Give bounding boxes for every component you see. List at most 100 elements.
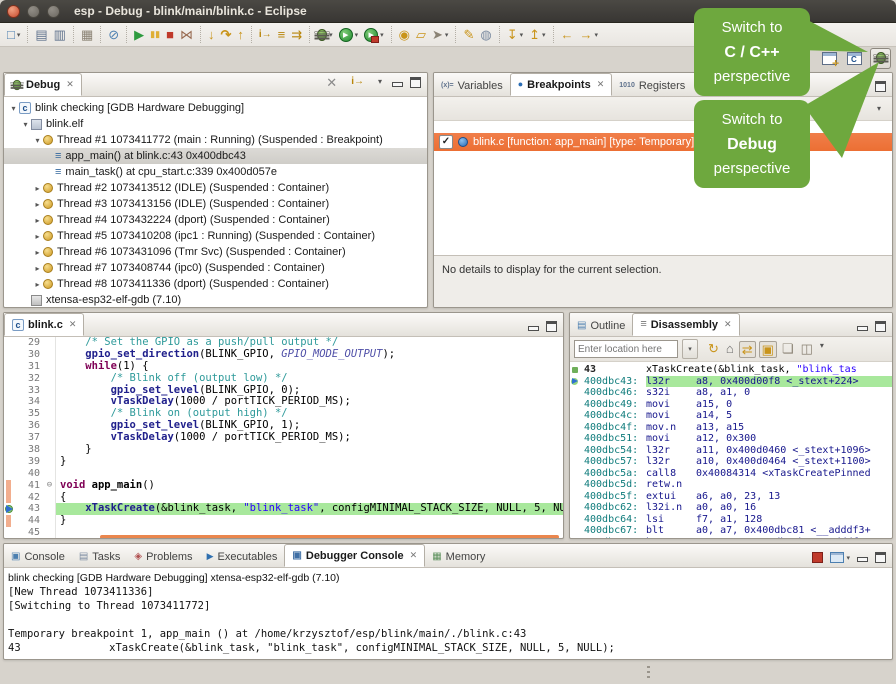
forward-button[interactable]: →▾ [577, 25, 602, 45]
disassembly-row[interactable]: 400dbc49:movia15, 0 [570, 399, 892, 411]
terminate-console-button[interactable] [812, 552, 823, 563]
use-step-filters-button[interactable]: ⇉ [288, 25, 305, 45]
disassembly-row[interactable]: 400dbc5f:extuia6, a0, 23, 13 [570, 491, 892, 503]
minimize-icon[interactable] [392, 82, 403, 87]
debug-tree-node[interactable]: ▸Thread #7 1073408744 (ipc0) (Suspended … [4, 260, 427, 276]
view-menu-button[interactable]: ▾ [818, 341, 826, 358]
disassembly-source-row[interactable]: 43xTaskCreate(&blink_task, "blink_tas [570, 364, 892, 376]
run-button[interactable]: ▶▾ [336, 25, 362, 45]
debug-perspective-button[interactable] [870, 48, 891, 69]
open-perspective-button[interactable] [820, 49, 839, 68]
tree-expander-icon[interactable]: ▾ [32, 136, 43, 145]
maximize-icon[interactable] [410, 77, 421, 88]
debug-tree-node[interactable]: ▾cblink checking [GDB Hardware Debugging… [4, 100, 427, 116]
tree-expander-icon[interactable]: ▸ [32, 184, 43, 193]
new-wizard-button[interactable]: □▾ [4, 25, 23, 45]
debug-button[interactable]: ▾ [314, 25, 336, 45]
maximize-icon[interactable] [546, 321, 557, 332]
save-button[interactable]: ▤ [32, 25, 50, 45]
new-cpp-button[interactable]: ◉ [396, 25, 413, 45]
tree-expander-icon[interactable]: ▸ [32, 248, 43, 257]
tab-executables[interactable]: ▶Executables [200, 546, 285, 567]
home-button[interactable]: ⌂ [724, 341, 736, 358]
tree-expander-icon[interactable]: ▾ [20, 120, 31, 129]
tree-expander-icon[interactable]: ▸ [32, 200, 43, 209]
tab-registers[interactable]: 1010Registers [612, 75, 692, 96]
show-debug-elements-button[interactable]: ≡ [275, 25, 289, 45]
disassembly-row[interactable]: 400dbc51:movia12, 0x300 [570, 433, 892, 445]
debug-tree-node[interactable]: ▾Thread #1 1073411772 (main : Running) (… [4, 132, 427, 148]
tab-debugger-console[interactable]: ▣Debugger Console✕ [284, 544, 425, 567]
editor-line[interactable]: 38 } [4, 444, 563, 456]
cpp-perspective-button[interactable] [845, 49, 864, 68]
disassembly-row[interactable]: 400dbc62:l32i.na0, a0, 16 [570, 502, 892, 514]
breakpoint-row[interactable]: ✓ blink.c [function: app_main] [type: Te… [434, 133, 892, 151]
debug-tree-node[interactable]: ▾blink.elf [4, 116, 427, 132]
minimize-icon[interactable] [857, 326, 868, 331]
disassembly-row[interactable]: 400dbc67:blta0, a7, 0x400dbc81 <__adddf3… [570, 525, 892, 537]
disassembly-row[interactable]: 400dbc4f:mov.na13, a15 [570, 422, 892, 434]
step-into-button[interactable]: ↓ [205, 25, 218, 45]
suspend-button[interactable]: ▮▮ [147, 25, 163, 45]
open-element-button[interactable]: ▱ [413, 25, 429, 45]
minimize-icon[interactable] [528, 326, 539, 331]
external-tools-button[interactable]: ▶▾ [361, 25, 387, 45]
go-to-line-button[interactable]: ↥▾ [526, 25, 548, 45]
maximize-icon[interactable] [875, 321, 886, 332]
location-dropdown-icon[interactable]: ▾ [682, 339, 698, 359]
disassembly-row[interactable]: 400dbc64:lsif7, a1, 128 [570, 514, 892, 526]
editor-line[interactable]: 43 xTaskCreate(&blink_task, "blink_task"… [4, 503, 563, 515]
tree-expander-icon[interactable]: ▸ [32, 232, 43, 241]
back-button[interactable]: ← [558, 25, 577, 45]
minimize-icon[interactable] [857, 557, 868, 562]
sync-selection-toggle[interactable]: ▣ [759, 341, 777, 358]
tree-expander-icon[interactable]: ▾ [8, 104, 19, 113]
window-close-button[interactable] [7, 5, 20, 18]
horizontal-scrollbar[interactable] [100, 535, 559, 539]
tab-close-icon[interactable]: ✕ [724, 319, 732, 330]
debug-tree-node[interactable]: xtensa-esp32-elf-gdb (7.10) [4, 292, 427, 308]
tab-blink-c[interactable]: c blink.c ✕ [4, 313, 84, 336]
link-with-debug-view-button[interactable]: ⇄ [847, 99, 864, 119]
step-return-button[interactable]: ↑ [234, 25, 247, 45]
debug-tree-node[interactable]: ≡app_main() at blink.c:43 0x400dbc43 [4, 148, 427, 164]
remove-all-terminated-button[interactable]: ✕ [323, 72, 340, 92]
build-button[interactable]: ▦ [78, 25, 96, 45]
new-view-button[interactable]: ❏ [780, 341, 796, 358]
sash-grip[interactable] [647, 666, 650, 680]
tab-close-icon[interactable]: ✕ [66, 79, 74, 90]
view-menu-button[interactable]: ▾ [874, 99, 884, 119]
tab-problems[interactable]: ◈Problems [127, 546, 199, 567]
tab-disassembly[interactable]: ≡Disassembly✕ [632, 313, 739, 336]
disconnect-button[interactable]: ⋈ [177, 25, 196, 45]
disassembly-row[interactable]: 400dbc57:l32ra10, 0x400d0464 <_stext+110… [570, 456, 892, 468]
disassembly-row[interactable]: 400dbc4c:movia14, 5 [570, 410, 892, 422]
view-menu-button[interactable]: ▾ [375, 72, 385, 92]
editor-body[interactable]: 29 /* Set the GPIO as a push/pull output… [4, 337, 563, 539]
tab-close-icon[interactable]: ✕ [597, 79, 605, 90]
format-button[interactable]: ✎ [460, 25, 477, 45]
debug-tree-node[interactable]: ▸Thread #6 1073431096 (Tmr Svc) (Suspend… [4, 244, 427, 260]
disassembly-row[interactable]: 400dbc46:s32ia8, a1, 0 [570, 387, 892, 399]
tree-expander-icon[interactable]: ▸ [32, 280, 43, 289]
tab-breakpoints[interactable]: ●Breakpoints✕ [510, 73, 613, 96]
tab-memory[interactable]: ▦Memory [425, 546, 492, 567]
breakpoint-checkbox[interactable]: ✓ [439, 135, 453, 149]
tab-close-icon[interactable]: ✕ [69, 319, 77, 330]
disassembly-row[interactable]: 400dbc54:l32ra11, 0x400d0460 <_stext+109… [570, 445, 892, 457]
show-source-toggle[interactable]: ⇄ [739, 341, 756, 358]
tab-console[interactable]: ▣Console [4, 546, 72, 567]
disassembly-row[interactable]: 400dbc6a:bnonea0, a1, 0x400dbc8b <__addd… [570, 537, 892, 540]
browse-button[interactable]: ◍ [477, 25, 494, 45]
tree-expander-icon[interactable]: ▸ [32, 216, 43, 225]
disassembly-row[interactable]: 400dbc5a:call80x40084314 <xTaskCreatePin… [570, 468, 892, 480]
launch-button[interactable]: ➤▾ [429, 25, 451, 45]
editor-line[interactable]: 44} [4, 515, 563, 527]
debug-tree-node[interactable]: ▸Thread #4 1073432224 (dport) (Suspended… [4, 212, 427, 228]
last-edit-location-button[interactable]: ↧▾ [504, 25, 526, 45]
pin-button[interactable]: ◫ [799, 341, 815, 358]
maximize-icon[interactable] [875, 552, 886, 563]
debug-tree-node[interactable]: ▸Thread #2 1073413512 (IDLE) (Suspended … [4, 180, 427, 196]
disassembly-body[interactable]: 43xTaskCreate(&blink_task, "blink_tas 400… [570, 362, 892, 539]
refresh-button[interactable]: ↻ [706, 341, 721, 358]
